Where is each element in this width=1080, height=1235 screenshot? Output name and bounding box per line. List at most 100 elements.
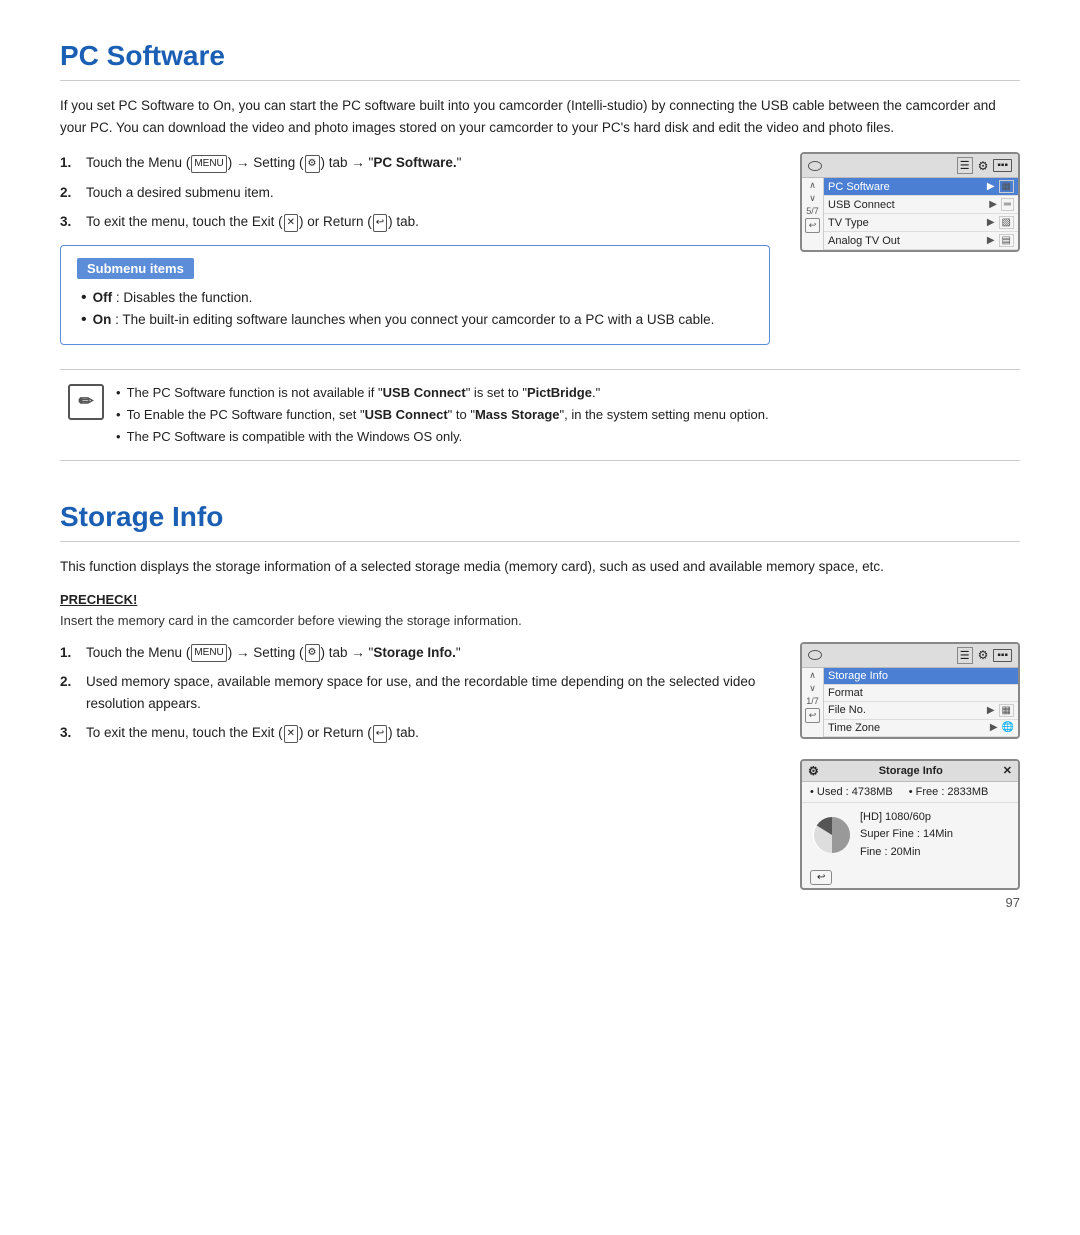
cam-top-icons-storage: ☰ ⚙ ▪▪▪ — [957, 647, 1012, 664]
cam-battery-icon: ▪▪▪ — [993, 159, 1012, 172]
cam-icon-pc-software: ▦ — [999, 180, 1014, 193]
storage-info-description: This function displays the storage infor… — [60, 556, 1020, 578]
cam-gear-icon-storage: ⚙ — [978, 648, 989, 662]
storage-back-button[interactable]: ↩ — [810, 870, 832, 885]
setting-icon: ⚙ — [305, 155, 320, 173]
submenu-item-off: Off : Disables the function. — [81, 287, 753, 309]
cam-top-bar-pc: ☰ ⚙ ▪▪▪ — [802, 154, 1018, 178]
cam-page-label-storage: 1/7 — [802, 696, 823, 706]
pc-software-section: PC Software If you set PC Software to On… — [60, 40, 1020, 461]
cam-label-analog-tv: Analog TV Out — [828, 235, 983, 247]
precheck-label: PRECHECK! — [60, 592, 1020, 607]
pc-software-steps-col: 1. Touch the Menu (MENU) → Setting (⚙) t… — [60, 152, 770, 359]
storage-step-1: 1. Touch the Menu (MENU) → Setting (⚙) t… — [60, 642, 770, 664]
cam-arrow-tv: ▶ — [987, 217, 995, 228]
cam-top-bar-storage: ☰ ⚙ ▪▪▪ — [802, 644, 1018, 668]
storage-super-fine: Super Fine : 14Min — [860, 826, 953, 844]
cam-row-pc-software: PC Software ▶ ▦ — [824, 178, 1018, 196]
cam-label-file-no: File No. — [828, 704, 983, 716]
step-2-text: Touch a desired submenu item. — [86, 182, 274, 204]
cam-label-usb-connect: USB Connect — [828, 199, 985, 211]
storage-info-section: Storage Info This function displays the … — [60, 501, 1020, 890]
cam-label-pc-software: PC Software — [828, 181, 983, 193]
pc-software-description: If you set PC Software to On, you can st… — [60, 95, 1020, 138]
cam-label-time-zone: Time Zone — [828, 722, 986, 734]
cam-nav-down: ∨ — [809, 193, 816, 204]
cam-back-btn-storage: ↩ — [805, 708, 821, 723]
submenu-box: Submenu items Off : Disables the functio… — [60, 245, 770, 345]
cam-nav-up: ∧ — [809, 180, 816, 191]
storage-popup-body: [HD] 1080/60p Super Fine : 14Min Fine : … — [802, 803, 1018, 868]
cam-icon-analog: ▤ — [999, 234, 1014, 247]
storage-used-free-row: • Used : 4738MB • Free : 2833MB — [802, 782, 1018, 803]
cam-arrow-analog: ▶ — [987, 235, 995, 246]
storage-step-num-3: 3. — [60, 722, 78, 744]
cam-nav-up-storage: ∧ — [809, 670, 816, 681]
cam-lens-icon — [808, 161, 822, 171]
cam-label-tv-type: TV Type — [828, 217, 983, 229]
storage-popup-title-label: Storage Info — [879, 765, 943, 777]
exit-icon: ✕ — [284, 214, 298, 232]
pc-software-cam-screen: ☰ ⚙ ▪▪▪ ∧ ∨ 5/7 ↩ PC Software — [800, 152, 1020, 252]
cam-label-storage-info: Storage Info — [828, 670, 1014, 682]
page-number: 97 — [1006, 895, 1020, 910]
cam-row-usb-connect: USB Connect ▶ ═ — [824, 196, 1018, 214]
cam-battery-icon-storage: ▪▪▪ — [993, 649, 1012, 662]
menu-icon: MENU — [191, 155, 226, 173]
storage-step-3-text: To exit the menu, touch the Exit (✕) or … — [86, 722, 419, 744]
menu-icon-storage: MENU — [191, 644, 226, 662]
storage-step-num-2: 2. — [60, 671, 78, 714]
exit-icon-storage: ✕ — [284, 725, 298, 743]
storage-popup-close[interactable]: ✕ — [1003, 764, 1012, 777]
pc-software-step-3: 3. To exit the menu, touch the Exit (✕) … — [60, 211, 770, 233]
storage-step-num-1: 1. — [60, 642, 78, 664]
step-num-2: 2. — [60, 182, 78, 204]
cam-arrow-pc-software: ▶ — [987, 181, 995, 192]
cam-row-time-zone: Time Zone ▶ 🌐 — [824, 720, 1018, 737]
return-icon-storage: ↩ — [373, 725, 387, 743]
submenu-title: Submenu items — [77, 258, 194, 279]
storage-step-1-text: Touch the Menu (MENU) → Setting (⚙) tab … — [86, 642, 461, 664]
storage-cam-menu-screen: ☰ ⚙ ▪▪▪ ∧ ∨ 1/7 ↩ — [800, 642, 1020, 739]
storage-resolution: [HD] 1080/60p — [860, 809, 953, 827]
cam-nav-col-pc: ∧ ∨ 5/7 ↩ — [802, 178, 824, 250]
cam-back-btn-pc: ↩ — [805, 218, 821, 233]
storage-steps-col: 1. Touch the Menu (MENU) → Setting (⚙) t… — [60, 642, 770, 752]
storage-used-label: • Used : 4738MB — [810, 786, 893, 798]
cam-page-label-pc: 5/7 — [802, 206, 823, 216]
storage-popup-title-bar: ⚙ Storage Info ✕ — [802, 761, 1018, 782]
cam-arrow-time-zone: ▶ — [990, 722, 998, 733]
note-items-list: The PC Software function is not availabl… — [116, 382, 769, 448]
storage-popup: ⚙ Storage Info ✕ • Used : 4738MB • Free … — [800, 759, 1020, 891]
storage-details-text: [HD] 1080/60p Super Fine : 14Min Fine : … — [860, 809, 953, 862]
precheck-desc: Insert the memory card in the camcorder … — [60, 613, 1020, 628]
pc-software-title: PC Software — [60, 40, 1020, 81]
cam-grid-icon: ☰ — [957, 157, 973, 174]
cam-rows-pc: PC Software ▶ ▦ USB Connect ▶ ═ TV Type … — [824, 178, 1018, 250]
cam-row-tv-type: TV Type ▶ ▧ — [824, 214, 1018, 232]
pc-software-step-1: 1. Touch the Menu (MENU) → Setting (⚙) t… — [60, 152, 770, 174]
storage-free-label: • Free : 2833MB — [909, 786, 989, 798]
storage-back-row: ↩ — [802, 867, 1018, 888]
cam-icon-time-zone: 🌐 — [1002, 722, 1014, 733]
storage-step-2-text: Used memory space, available memory spac… — [86, 671, 770, 714]
cam-row-format: Format — [824, 685, 1018, 702]
cam-gear-icon: ⚙ — [978, 159, 989, 173]
cam-lens-icon-storage — [808, 650, 822, 660]
step-3-text: To exit the menu, touch the Exit (✕) or … — [86, 211, 419, 233]
note-item-1: The PC Software function is not availabl… — [116, 382, 769, 404]
cam-top-icons-pc: ☰ ⚙ ▪▪▪ — [957, 157, 1012, 174]
cam-body-row-storage: ∧ ∨ 1/7 ↩ Storage Info Format — [802, 668, 1018, 737]
step-num-1: 1. — [60, 152, 78, 174]
cam-rows-storage: Storage Info Format File No. ▶ ▦ — [824, 668, 1018, 737]
storage-info-title: Storage Info — [60, 501, 1020, 542]
storage-step-2: 2. Used memory space, available memory s… — [60, 671, 770, 714]
note-item-3: The PC Software is compatible with the W… — [116, 426, 769, 448]
storage-steps-row: 1. Touch the Menu (MENU) → Setting (⚙) t… — [60, 642, 1020, 891]
cam-icon-file-no: ▦ — [999, 704, 1014, 717]
cam-row-analog-tv: Analog TV Out ▶ ▤ — [824, 232, 1018, 250]
pc-software-step-2: 2. Touch a desired submenu item. — [60, 182, 770, 204]
step-1-text: Touch the Menu (MENU) → Setting (⚙) tab … — [86, 152, 461, 174]
step-num-3: 3. — [60, 211, 78, 233]
cam-icon-tv: ▧ — [999, 216, 1014, 229]
